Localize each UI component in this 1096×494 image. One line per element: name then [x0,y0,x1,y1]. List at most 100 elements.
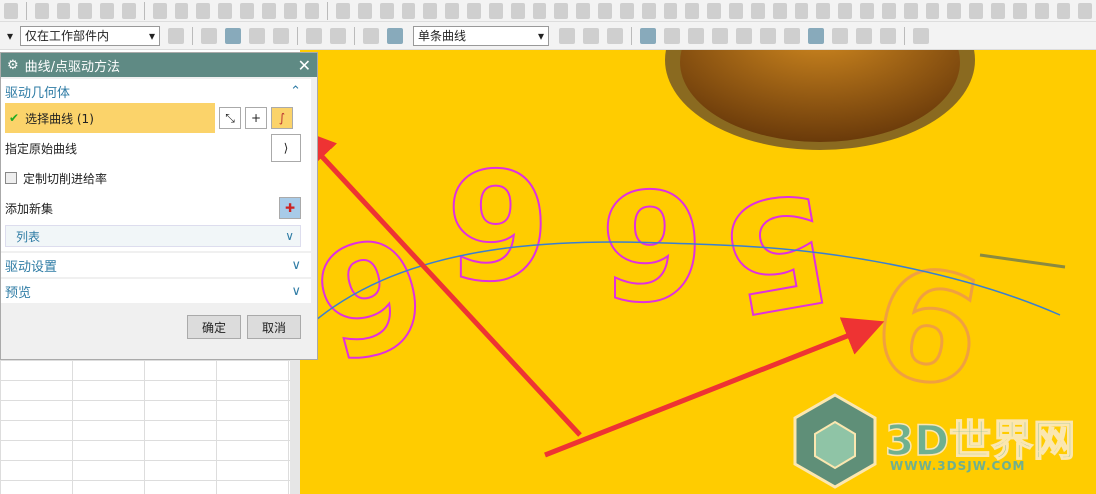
feedrate-row: 定制切削进给率 [5,163,311,193]
toolbar-icon[interactable] [1034,2,1049,19]
toolbar-icon[interactable] [445,2,460,19]
section-header[interactable]: 驱动几何体 ⌃ [5,79,311,103]
toolbar-icon[interactable] [838,2,853,19]
filter-select[interactable]: 仅在工作部件内 ▾ [20,25,160,46]
toolbar-icon[interactable] [1012,2,1027,19]
toolbar-icon[interactable] [772,2,787,19]
cancel-button[interactable]: 取消 [247,315,301,339]
snap-icon[interactable] [664,27,680,44]
toolbar-icon[interactable] [816,2,831,19]
toolbar-icon[interactable] [1078,2,1093,19]
toolbar-icon[interactable] [379,2,394,19]
toolbar-icon[interactable] [174,2,189,19]
toolbar-icon[interactable] [729,2,743,19]
grid-icon[interactable] [913,27,929,44]
graphics-viewport[interactable]: 9 6 9 5 6 3D世界网 WWW.3DSJW.COM [300,50,1096,494]
toolbar-icon[interactable] [881,2,896,19]
toolbar-icon[interactable] [78,2,93,19]
toolbar-icon[interactable] [283,2,298,19]
curve-rule-select[interactable]: 单条曲线 ▾ [413,25,549,46]
toolbar-icon[interactable] [467,2,481,19]
toolbar-icon[interactable] [947,2,962,19]
toolbar-icon[interactable] [218,2,232,19]
toolbar-icon[interactable] [598,2,612,19]
chevron-down-icon: ▾ [537,28,544,43]
toolbar-icon[interactable] [168,27,184,44]
selection-filter-icon[interactable] [225,27,241,44]
snap-icon[interactable] [832,27,848,44]
toolbar-icon[interactable] [969,2,984,19]
toolbar-icon[interactable] [607,27,623,44]
snap-icon[interactable] [784,27,800,44]
toolbar-icon[interactable] [794,2,809,19]
digit-outline: 9 [300,204,445,399]
toolbar-icon[interactable] [261,2,276,19]
toolbar-icon[interactable] [423,2,438,19]
snap-icon[interactable] [736,27,752,44]
toolbar-icon[interactable] [559,27,575,44]
toolbar-icon[interactable] [532,2,547,19]
cube-icon[interactable] [387,27,403,44]
original-curve-button[interactable]: ⟩ [271,134,301,162]
select-curve-field[interactable]: ✔ 选择曲线 (1) [5,103,215,133]
toolbar-icon[interactable] [991,2,1005,19]
toolbar-icon[interactable] [273,27,289,44]
filter-value: 仅在工作部件内 [25,29,110,43]
toolbar-icon[interactable] [860,2,874,19]
toolbar-icon[interactable] [750,2,765,19]
rect-select-icon[interactable] [330,27,346,44]
toolbar-icon[interactable] [401,2,416,19]
toolbar-icon[interactable] [554,2,569,19]
toolbar-icon[interactable] [1056,2,1071,19]
toolbar-icon[interactable] [663,2,678,19]
snap-icon[interactable] [640,27,656,44]
toolbar-icon[interactable] [488,2,503,19]
list-dropdown[interactable]: 列表 ∨ [5,225,301,247]
toolbar-icon[interactable] [4,2,18,19]
toolbar-icon[interactable] [201,27,217,44]
snap-icon[interactable] [808,27,824,44]
toolbar-icon[interactable] [358,2,372,19]
toolbar-icon[interactable] [305,2,320,19]
section-preview[interactable]: 预览 ∨ [1,279,311,303]
ok-button[interactable]: 确定 [187,315,241,339]
toolbar-icon[interactable] [240,2,254,19]
toolbar-icon[interactable] [583,27,599,44]
gear-icon[interactable]: ⚙ [7,58,19,73]
digit-outline: 5 [710,157,843,346]
toolbar-icon[interactable] [249,27,265,44]
add-point-button[interactable]: + [245,107,267,129]
toolbar-icon[interactable] [336,2,350,19]
toolbar-icon[interactable] [903,2,918,19]
toolbar-icon[interactable] [196,2,211,19]
reverse-direction-button[interactable]: ⤡ [219,107,241,129]
polygon-icon[interactable] [306,27,322,44]
dialog-header: ⚙ 曲线/点驱动方法 ✕ [1,53,317,77]
toolbar-icon[interactable] [707,2,722,19]
toolbar-icon[interactable] [685,2,700,19]
toolbar-icon[interactable] [34,2,49,19]
snap-icon[interactable] [880,27,896,44]
snap-icon[interactable] [688,27,704,44]
toolbar-icon[interactable] [56,2,71,19]
close-icon[interactable]: ✕ [298,56,311,75]
toolbar-icon[interactable] [152,2,167,19]
add-new-set-button[interactable]: ✚ [279,197,301,219]
feedrate-checkbox[interactable] [5,172,17,184]
toolbar-icon[interactable] [641,2,656,19]
snap-icon[interactable] [856,27,872,44]
chevron-down-icon[interactable]: ▾ [0,29,20,43]
toolbar-icon[interactable] [576,2,591,19]
snap-icon[interactable] [712,27,728,44]
toolbar-icon[interactable] [619,2,634,19]
toolbar-icon[interactable] [363,27,379,44]
toolbar-icon[interactable] [510,2,525,19]
toolbar-icon[interactable] [100,2,114,19]
toolbar-icon[interactable] [925,2,940,19]
toolbar-icon[interactable] [122,2,136,19]
select-curve-label: 选择曲线 (1) [25,111,94,126]
curve-select-button[interactable]: ∫ [271,107,293,129]
section-drive-settings[interactable]: 驱动设置 ∨ [1,253,311,277]
snap-icon[interactable] [760,27,776,44]
scrollbar[interactable] [290,360,300,494]
